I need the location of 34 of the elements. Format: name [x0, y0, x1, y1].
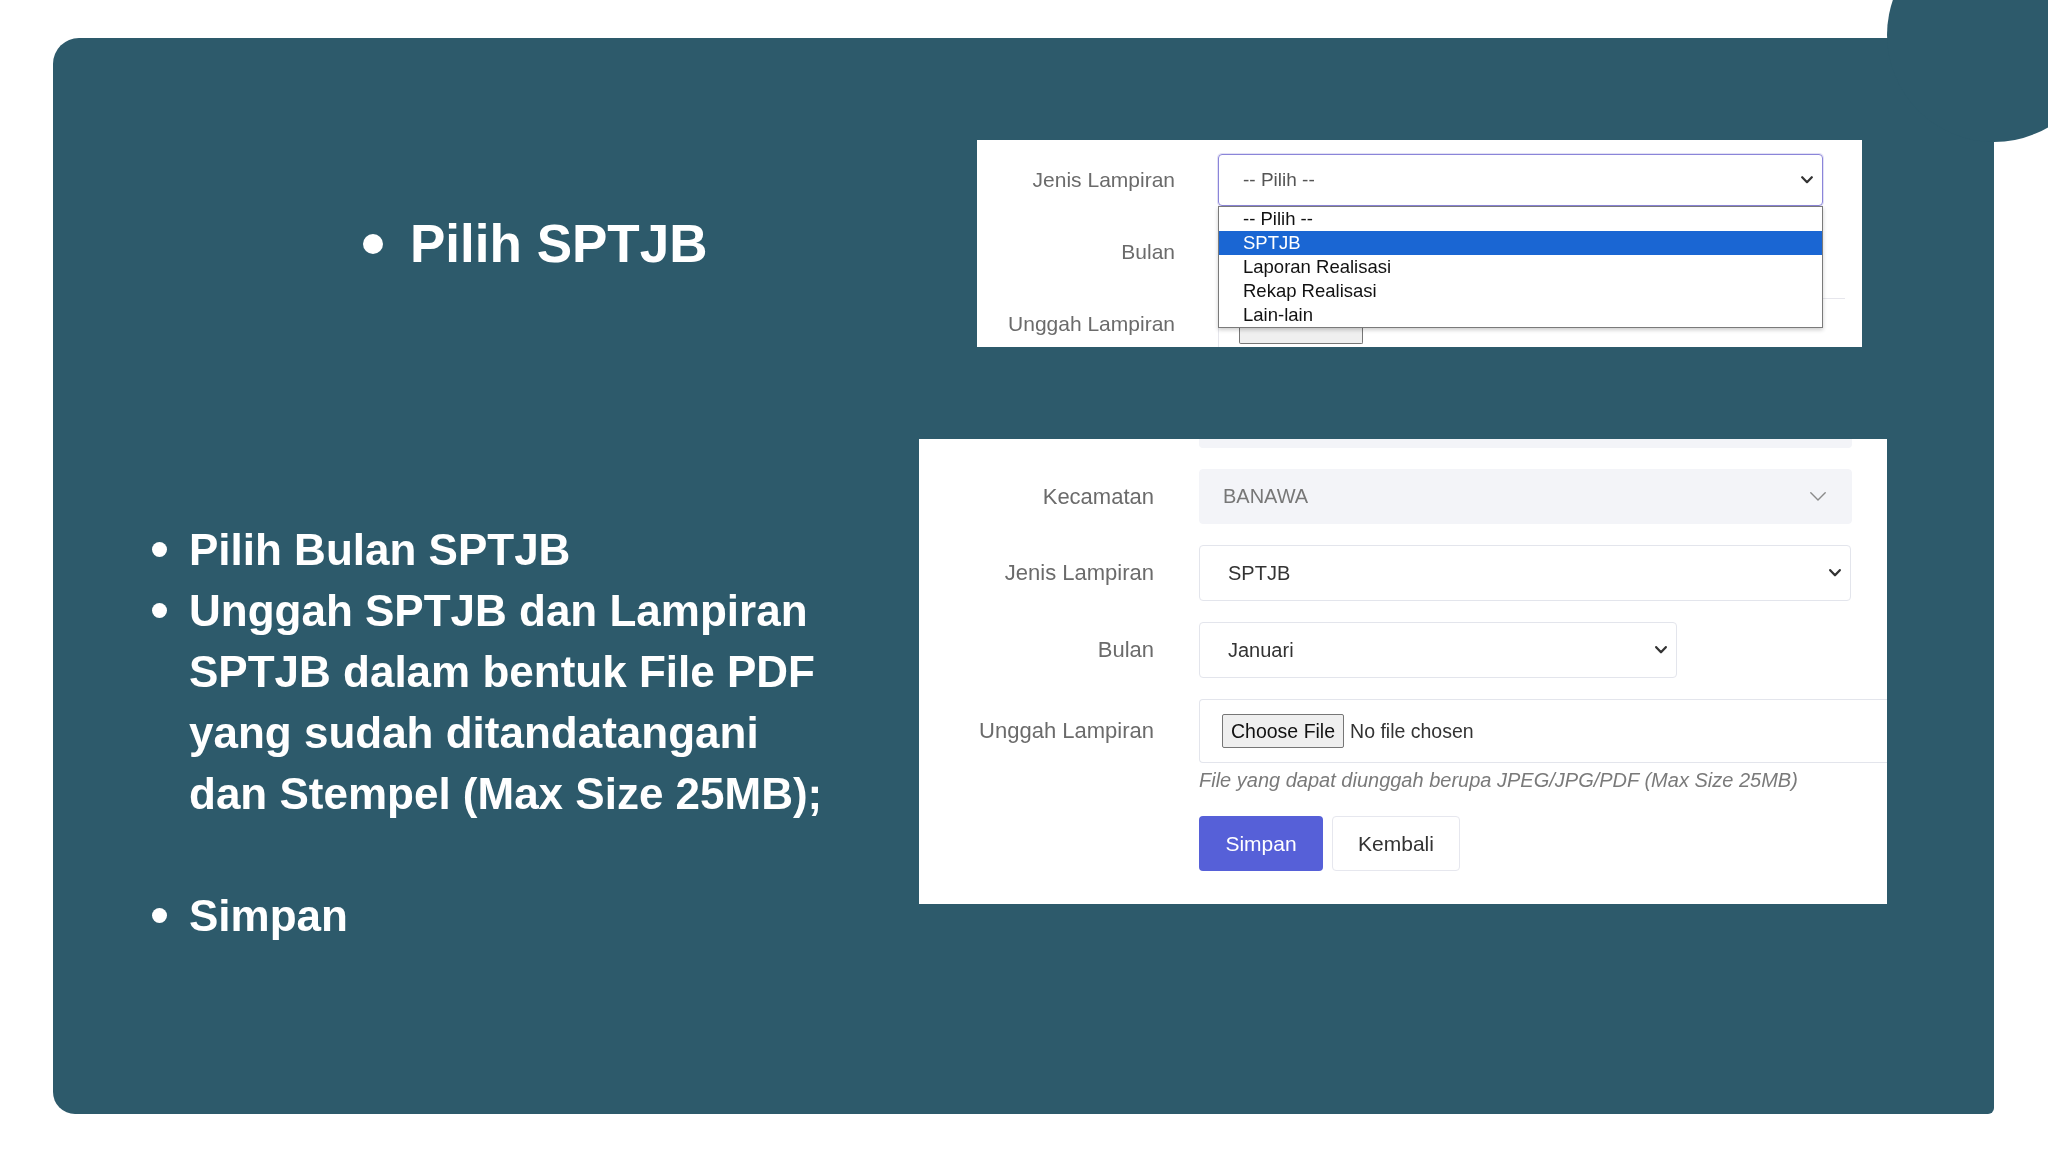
field-label: Unggah Lampiran — [1007, 312, 1175, 336]
select-field[interactable]: SPTJB — [1199, 545, 1851, 601]
field-label: Bulan — [1120, 240, 1175, 264]
choose-file-button[interactable]: Choose File — [1222, 714, 1345, 748]
field-label: Kecamatan — [1041, 483, 1154, 510]
dropdown-option[interactable]: SPTJB — [1219, 231, 1822, 255]
bullet-icon — [152, 908, 167, 923]
field-label: Unggah Lampiran — [978, 718, 1154, 744]
field-label: Bulan — [1096, 637, 1154, 663]
file-input-field[interactable]: Choose File No file chosen — [1199, 699, 1887, 763]
dropdown-option[interactable]: Laporan Realisasi — [1219, 255, 1822, 279]
dropdown-option[interactable]: -- Pilih -- — [1219, 207, 1822, 231]
dropdown-option[interactable]: Lain-lain — [1219, 303, 1822, 327]
back-button[interactable]: Kembali — [1332, 816, 1460, 871]
chevron-down-icon — [1801, 176, 1813, 184]
submit-button[interactable]: Simpan — [1199, 816, 1323, 871]
chevron-down-icon — [1810, 492, 1826, 501]
select-field[interactable]: -- Pilih -- — [1218, 154, 1823, 206]
select-field[interactable]: Januari — [1199, 622, 1677, 678]
dropdown-option[interactable]: Rekap Realisasi — [1219, 279, 1822, 303]
file-status-text: No file chosen — [1350, 719, 1474, 743]
help-text: File yang dapat diunggah berupa JPEG/JPG/PDF (Max Size 25MB) — [1199, 768, 1799, 792]
bullet-icon — [152, 603, 167, 618]
field-label: Jenis Lampiran — [1003, 560, 1154, 586]
chevron-down-icon — [1829, 569, 1841, 577]
bullet-icon — [363, 233, 383, 254]
bullet-text: Simpan — [189, 890, 349, 942]
chevron-down-icon — [1655, 646, 1667, 654]
bullet-icon — [152, 542, 167, 557]
file-button[interactable] — [1239, 328, 1363, 344]
bullet-text: Unggah SPTJB dan Lampiran SPTJB dalam bentuk File PDF yang sudah ditandatangani dan Stempel (Max Size 25MB); — [189, 585, 824, 820]
bullet-text: Pilih Bulan SPTJB — [189, 524, 572, 576]
field-label: Jenis Lampiran — [1031, 168, 1175, 192]
bullet-text: Pilih SPTJB — [410, 212, 708, 275]
